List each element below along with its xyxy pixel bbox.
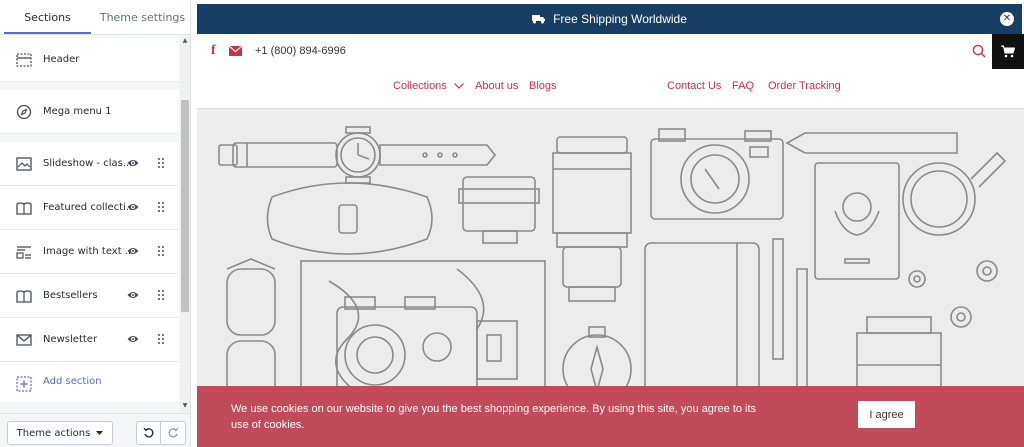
redo-icon [168, 427, 179, 438]
nav-blogs[interactable]: Blogs [529, 80, 557, 92]
section-label: Header [43, 54, 80, 65]
add-icon [16, 376, 32, 392]
section-item-bestsellers[interactable]: Bestsellers [0, 274, 179, 318]
truck-icon [532, 15, 546, 24]
cookie-message: We use cookies on our website to give yo… [231, 403, 757, 431]
eye-icon[interactable] [127, 289, 139, 301]
drag-handle-icon[interactable] [157, 157, 165, 169]
drag-handle-icon[interactable] [157, 289, 165, 301]
section-item-featured-collection[interactable]: Featured collecti... [0, 186, 179, 230]
caret-down-icon [96, 430, 104, 435]
editor-sidebar: Sections Theme settings Header Mega menu… [0, 0, 191, 447]
nav-order-tracking[interactable]: Order Tracking [768, 80, 841, 92]
chevron-down-icon [453, 83, 464, 89]
undo-button[interactable] [136, 421, 161, 445]
mail-icon[interactable] [229, 46, 242, 56]
nav-collections-label: Collections [393, 80, 447, 92]
undo-icon [142, 427, 153, 438]
agree-button[interactable]: I agree [858, 401, 915, 428]
section-label: Newsletter [43, 334, 98, 345]
announcement-bar: Free Shipping Worldwide ✕ [197, 4, 1022, 34]
header-icon [16, 53, 32, 67]
section-label: Featured collecti... [43, 202, 136, 213]
scroll-down-icon[interactable]: ▼ [182, 403, 188, 409]
close-icon[interactable]: ✕ [1000, 12, 1014, 26]
envelope-icon [16, 334, 32, 346]
scrollbar-thumb[interactable] [181, 100, 189, 312]
section-item-header[interactable]: Header [0, 38, 179, 82]
nav-about-us[interactable]: About us [475, 80, 518, 92]
eye-icon[interactable] [127, 201, 139, 213]
sidebar-tabs: Sections Theme settings [0, 0, 190, 34]
storefront-preview: Free Shipping Worldwide ✕ f +1 (800) 894… [195, 0, 1024, 447]
sidebar-footer: Theme actions [0, 413, 190, 447]
add-section-label: Add section [43, 376, 102, 387]
tab-theme-settings[interactable]: Theme settings [95, 0, 190, 34]
section-label: Image with text ... [43, 246, 135, 257]
section-item-newsletter[interactable]: Newsletter [0, 318, 179, 362]
redo-button[interactable] [161, 421, 186, 445]
cart-icon [1001, 45, 1015, 58]
section-label: Slideshow - clas... [43, 158, 133, 169]
nav-faq[interactable]: FAQ [732, 80, 754, 92]
facebook-icon[interactable]: f [211, 43, 216, 59]
cookie-banner: We use cookies on our website to give yo… [197, 386, 1024, 447]
phone-number[interactable]: +1 (800) 894-6996 [255, 45, 346, 57]
image-text-icon [16, 246, 31, 259]
store-header: f +1 (800) 894-6996 [195, 34, 1024, 70]
scroll-up-icon[interactable]: ▲ [182, 38, 188, 44]
drag-handle-icon[interactable] [157, 201, 165, 213]
nav-collections[interactable]: Collections [393, 80, 464, 92]
section-list: Header Mega menu 1 Slideshow - clas... F… [0, 36, 179, 402]
theme-actions-label: Theme actions [16, 427, 91, 439]
eye-icon[interactable] [127, 245, 139, 257]
sidebar-scrollbar[interactable]: ▲ ▼ [180, 36, 190, 412]
drag-handle-icon[interactable] [157, 333, 165, 345]
theme-actions-button[interactable]: Theme actions [7, 421, 113, 445]
section-item-image-with-text[interactable]: Image with text ... [0, 230, 179, 274]
section-label: Bestsellers [43, 290, 98, 301]
slideshow-icon [16, 157, 32, 171]
announcement-text: Free Shipping Worldwide [553, 12, 687, 26]
drag-handle-icon[interactable] [157, 245, 165, 257]
nav-contact-us[interactable]: Contact Us [667, 80, 721, 92]
section-item-slideshow[interactable]: Slideshow - clas... [0, 142, 179, 186]
add-section-button[interactable]: Add section [0, 362, 179, 402]
cart-button[interactable] [992, 34, 1024, 69]
section-label: Mega menu 1 [43, 106, 112, 117]
tab-sections[interactable]: Sections [0, 0, 95, 34]
eye-icon[interactable] [127, 333, 139, 345]
collection-icon [16, 202, 32, 215]
section-item-mega-menu[interactable]: Mega menu 1 [0, 90, 179, 134]
tabs-divider [0, 34, 190, 35]
eye-icon[interactable] [127, 157, 139, 169]
compass-icon [16, 104, 32, 120]
search-icon[interactable] [972, 44, 986, 58]
undo-redo-group [136, 421, 186, 445]
collection-icon [16, 290, 32, 303]
main-navigation: Collections About us Blogs Contact Us FA… [195, 80, 1024, 98]
